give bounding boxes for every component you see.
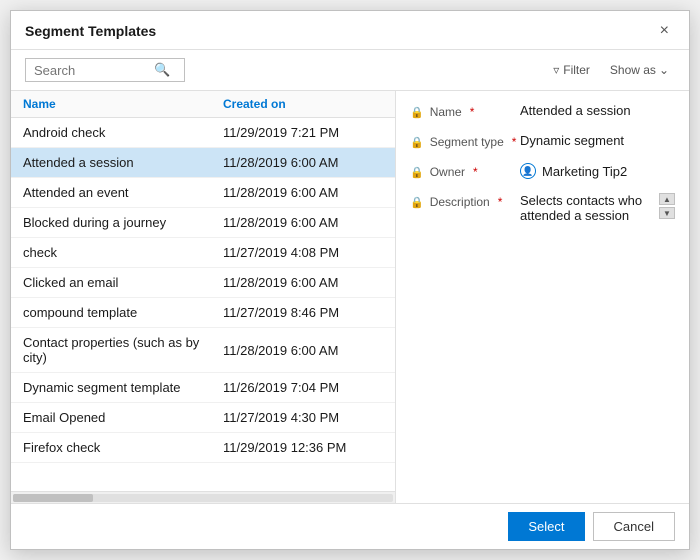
- segment-type-label: 🔒 Segment type *: [410, 133, 520, 149]
- list-row[interactable]: Android check11/29/2019 7:21 PM: [11, 118, 395, 148]
- list-row[interactable]: Contact properties (such as by city)11/2…: [11, 328, 395, 373]
- search-icon: 🔍: [154, 62, 170, 78]
- description-label-text: Description: [430, 195, 490, 209]
- required-star-2: *: [512, 135, 517, 149]
- required-star-3: *: [473, 165, 478, 179]
- detail-row-owner: 🔒 Owner * 👤 Marketing Tip2: [410, 163, 675, 179]
- list-row[interactable]: Clicked an email11/28/2019 6:00 AM: [11, 268, 395, 298]
- col-name-header[interactable]: Name: [23, 97, 223, 111]
- lock-icon-2: 🔒: [410, 136, 424, 149]
- description-scrollbar[interactable]: ▲ ▼: [659, 193, 675, 219]
- list-row[interactable]: check11/27/2019 4:08 PM: [11, 238, 395, 268]
- description-box: Selects contacts who attended a session …: [520, 193, 675, 223]
- filter-icon: ▿: [553, 63, 559, 77]
- scroll-track: [13, 494, 393, 502]
- row-date: 11/27/2019 4:30 PM: [223, 410, 339, 425]
- list-panel: Name Created on Android check11/29/2019 …: [11, 91, 396, 503]
- show-as-button[interactable]: Show as ⌄: [604, 60, 675, 80]
- row-date: 11/29/2019 7:21 PM: [223, 125, 339, 140]
- description-label: 🔒 Description *: [410, 193, 520, 209]
- segment-type-value: Dynamic segment: [520, 133, 675, 148]
- list-row[interactable]: Blocked during a journey11/28/2019 6:00 …: [11, 208, 395, 238]
- filter-label: Filter: [563, 63, 590, 77]
- lock-icon-3: 🔒: [410, 166, 424, 179]
- row-date: 11/28/2019 6:00 AM: [223, 155, 338, 170]
- col-created-header[interactable]: Created on: [223, 97, 286, 111]
- list-row[interactable]: Attended a session11/28/2019 6:00 AM: [11, 148, 395, 178]
- row-name: Email Opened: [23, 410, 223, 425]
- name-label: 🔒 Name *: [410, 103, 520, 119]
- list-row[interactable]: compound template11/27/2019 8:46 PM: [11, 298, 395, 328]
- list-row[interactable]: Attended an event11/28/2019 6:00 AM: [11, 178, 395, 208]
- cancel-button[interactable]: Cancel: [593, 512, 675, 541]
- row-date: 11/28/2019 6:00 AM: [223, 215, 338, 230]
- row-date: 11/27/2019 4:08 PM: [223, 245, 339, 260]
- owner-label: 🔒 Owner *: [410, 163, 520, 179]
- list-header: Name Created on: [11, 91, 395, 118]
- row-date: 11/28/2019 6:00 AM: [223, 343, 338, 358]
- detail-row-name: 🔒 Name * Attended a session: [410, 103, 675, 119]
- lock-icon-4: 🔒: [410, 196, 424, 209]
- row-name: Dynamic segment template: [23, 380, 223, 395]
- list-body: Android check11/29/2019 7:21 PMAttended …: [11, 118, 395, 491]
- content-area: Name Created on Android check11/29/2019 …: [11, 91, 689, 503]
- row-date: 11/28/2019 6:00 AM: [223, 185, 338, 200]
- row-name: Blocked during a journey: [23, 215, 223, 230]
- detail-row-segment-type: 🔒 Segment type * Dynamic segment: [410, 133, 675, 149]
- row-name: compound template: [23, 305, 223, 320]
- close-button[interactable]: ×: [654, 21, 675, 41]
- dialog-title: Segment Templates: [25, 23, 156, 39]
- chevron-down-icon: ⌄: [659, 63, 669, 77]
- row-date: 11/27/2019 8:46 PM: [223, 305, 339, 320]
- name-value: Attended a session: [520, 103, 675, 118]
- row-name: Clicked an email: [23, 275, 223, 290]
- row-date: 11/29/2019 12:36 PM: [223, 440, 346, 455]
- scroll-up-btn[interactable]: ▲: [659, 193, 675, 205]
- row-date: 11/26/2019 7:04 PM: [223, 380, 339, 395]
- search-input[interactable]: [34, 63, 154, 78]
- list-row[interactable]: Dynamic segment template11/26/2019 7:04 …: [11, 373, 395, 403]
- segment-type-label-text: Segment type: [430, 135, 504, 149]
- dialog-footer: Select Cancel: [11, 503, 689, 549]
- row-name: Attended an event: [23, 185, 223, 200]
- filter-button[interactable]: ▿ Filter: [547, 60, 596, 80]
- owner-value: 👤 Marketing Tip2: [520, 163, 675, 179]
- person-icon: 👤: [520, 163, 536, 179]
- description-value: Selects contacts who attended a session: [520, 193, 655, 223]
- row-name: Contact properties (such as by city): [23, 335, 223, 365]
- detail-row-description: 🔒 Description * Selects contacts who att…: [410, 193, 675, 223]
- select-button[interactable]: Select: [508, 512, 584, 541]
- detail-panel: 🔒 Name * Attended a session 🔒 Segment ty…: [396, 91, 689, 503]
- row-date: 11/28/2019 6:00 AM: [223, 275, 338, 290]
- row-name: Firefox check: [23, 440, 223, 455]
- scroll-thumb: [13, 494, 93, 502]
- row-name: Android check: [23, 125, 223, 140]
- show-as-label: Show as: [610, 63, 656, 77]
- required-star: *: [470, 105, 475, 119]
- row-name: check: [23, 245, 223, 260]
- owner-label-text: Owner: [430, 165, 465, 179]
- dialog-header: Segment Templates ×: [11, 11, 689, 50]
- list-row[interactable]: Firefox check11/29/2019 12:36 PM: [11, 433, 395, 463]
- search-box: 🔍: [25, 58, 185, 82]
- toolbar: 🔍 ▿ Filter Show as ⌄: [11, 50, 689, 91]
- required-star-4: *: [498, 195, 503, 209]
- row-name: Attended a session: [23, 155, 223, 170]
- scroll-down-btn[interactable]: ▼: [659, 207, 675, 219]
- list-row[interactable]: Email Opened11/27/2019 4:30 PM: [11, 403, 395, 433]
- horizontal-scrollbar[interactable]: [11, 491, 395, 503]
- owner-link[interactable]: Marketing Tip2: [542, 164, 627, 179]
- dialog: Segment Templates × 🔍 ▿ Filter Show as ⌄…: [10, 10, 690, 550]
- lock-icon: 🔒: [410, 106, 424, 119]
- name-label-text: Name: [430, 105, 462, 119]
